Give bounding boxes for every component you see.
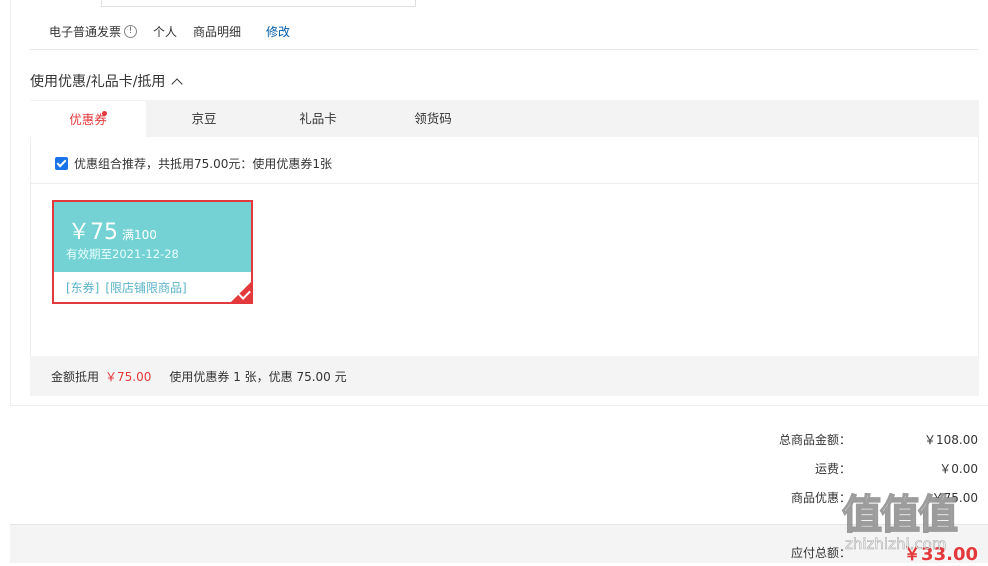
section-title: 使用优惠/礼品卡/抵用: [30, 74, 166, 90]
goods-total-value: ￥108.00: [924, 433, 978, 447]
divider: [30, 183, 979, 184]
coupon-tag: [限店铺限商品]: [105, 281, 187, 295]
goods-total-label: 总商品金额：: [778, 433, 851, 447]
coupon-header: ￥75 满100 有效期至2021-12-28: [54, 202, 251, 272]
combo-checkbox[interactable]: [55, 157, 68, 170]
shipping-value: ￥0.00: [939, 462, 978, 476]
tab-jingdou[interactable]: 京豆: [146, 100, 262, 137]
invoice-type: 电子普通发票: [49, 24, 122, 39]
combo-recommend-text: 优惠组合推荐，共抵用75.00元：使用优惠券1张: [74, 157, 332, 171]
payable-label: 应付总额：: [790, 546, 851, 560]
coupon-validity: 有效期至2021-12-28: [66, 247, 179, 261]
tab-label: 京豆: [191, 111, 217, 126]
discount-summary: 金额抵用 ￥75.00 使用优惠券 1 张，优惠 75.00 元: [30, 356, 979, 396]
combo-recommend: 优惠组合推荐，共抵用75.00元：使用优惠券1张: [55, 155, 332, 172]
summary-amount: ￥75.00: [105, 370, 152, 384]
divider: [30, 49, 978, 50]
invoice-edit-link[interactable]: 修改: [266, 23, 290, 40]
info-circle-icon[interactable]: !: [124, 24, 138, 38]
watermark-logo: 值值值: [841, 491, 959, 539]
red-dot-icon: [102, 111, 107, 116]
coupon-value: 75: [90, 220, 119, 245]
invoice-row: 电子普通发票 ! 个人 商品明细 修改: [49, 22, 306, 40]
dropdown-remnant: [101, 0, 416, 7]
tab-label: 领货码: [414, 111, 452, 126]
tab-gift-card[interactable]: 礼品卡: [260, 100, 376, 137]
shipping-label: 运费：: [814, 462, 851, 476]
tab-label: 优惠券: [69, 112, 107, 127]
summary-label: 金额抵用: [51, 370, 100, 384]
invoice-title: 个人: [153, 24, 178, 39]
discount-tabs: 优惠券 京豆 礼品卡 领货码: [30, 100, 979, 138]
chevron-up-icon: [171, 77, 184, 90]
invoice-content: 商品明细: [193, 24, 242, 39]
tab-coupon[interactable]: 优惠券: [30, 100, 146, 138]
tab-label: 礼品卡: [299, 111, 337, 126]
coupon-condition: 满100: [122, 228, 157, 242]
coupon-currency: ￥: [68, 220, 91, 245]
watermark-url: zhizhizhi.com: [845, 535, 947, 554]
coupon-card[interactable]: ￥75 满100 有效期至2021-12-28 [东券] [限店铺限商品]: [52, 200, 253, 304]
coupon-amount: ￥75 满100: [68, 214, 157, 246]
coupon-tags: [东券] [限店铺限商品]: [66, 279, 193, 296]
summary-detail: 使用优惠券 1 张，优惠 75.00 元: [169, 370, 347, 384]
discount-section-toggle[interactable]: 使用优惠/礼品卡/抵用: [30, 71, 184, 91]
tab-pickup-code[interactable]: 领货码: [375, 100, 491, 137]
coupon-tag: [东券]: [66, 281, 100, 295]
